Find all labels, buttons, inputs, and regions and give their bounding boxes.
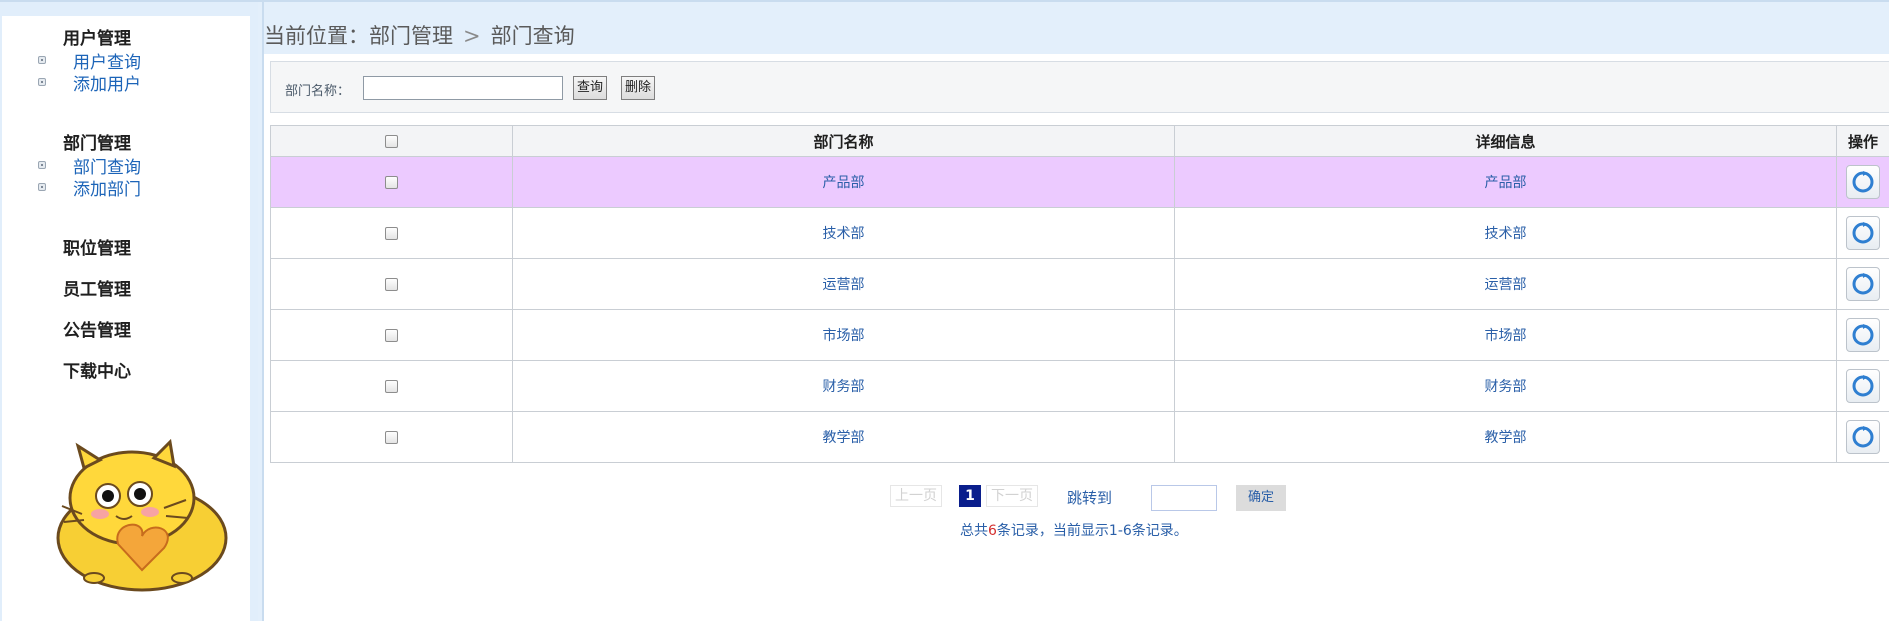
dept-name-cell: 技术部 [512,207,1175,259]
sidebar-menu-panel: 用户管理 用户查询 添加用户 部门管理 部门查询 添加部门 职位管理 员工管理 … [2,16,250,621]
next-page-button[interactable]: 下一页 [986,485,1038,507]
sidebar-group-notice-management[interactable]: 公告管理 [63,316,131,341]
bullet-icon [38,161,46,169]
current-page-indicator[interactable]: 1 [959,485,981,507]
confirm-jump-button[interactable]: 确定 [1236,485,1286,511]
column-header-detail: 详细信息 [1174,125,1837,157]
dept-detail-cell: 产品部 [1174,156,1837,208]
sidebar-item-label[interactable]: 添加部门 [73,175,141,200]
delete-button[interactable]: 删除 [621,76,656,100]
table-row[interactable]: 财务部 财务部 [270,360,1889,412]
sidebar-item-dept-query[interactable]: 部门查询 [38,154,141,178]
dept-detail-cell: 技术部 [1174,207,1837,259]
jump-to-label: 跳转到 [1067,489,1113,507]
edit-refresh-icon[interactable] [1846,420,1880,454]
table-row[interactable]: 市场部 市场部 [270,309,1889,361]
dept-name-cell: 产品部 [512,156,1175,208]
edit-refresh-icon[interactable] [1846,267,1880,301]
sidebar-group-dept-management[interactable]: 部门管理 [63,129,131,154]
dept-name-input[interactable] [363,76,563,100]
edit-refresh-icon[interactable] [1846,165,1880,199]
dept-detail-cell: 市场部 [1174,309,1837,361]
sidebar-group-download-center[interactable]: 下载中心 [63,357,131,382]
summary-total-count: 6 [988,523,997,539]
table-row[interactable]: 运营部 运营部 [270,258,1889,310]
dept-detail-cell: 财务部 [1174,360,1837,412]
breadcrumb: 当前位置：部门管理 > 部门查询 [264,20,575,50]
select-all-checkbox[interactable] [385,135,398,148]
dept-name-cell: 教学部 [512,411,1175,463]
bullet-icon [38,78,46,86]
edit-refresh-icon[interactable] [1846,318,1880,352]
main-content: 当前位置：部门管理 > 部门查询 部门名称： 查询 删除 部门名称 详细信息 操作 [264,2,1889,621]
sidebar-group-user-management[interactable]: 用户管理 [63,24,131,49]
query-button[interactable]: 查询 [573,76,608,100]
sidebar-item-user-query[interactable]: 用户查询 [38,49,141,73]
search-panel: 部门名称： 查询 删除 [270,61,1889,113]
pagination: 上一页 1 下一页 跳转到 确定 [264,485,1889,511]
breadcrumb-bar: 当前位置：部门管理 > 部门查询 [264,2,1889,54]
row-checkbox[interactable] [385,175,398,189]
jump-page-input[interactable] [1151,485,1217,511]
dept-detail-cell: 教学部 [1174,411,1837,463]
select-all-cell [270,125,513,157]
row-checkbox[interactable] [385,379,398,393]
summary-suffix: 条记录，当前显示1-6条记录。 [996,523,1188,539]
row-checkbox[interactable] [385,430,398,444]
cat-mascot-icon [56,438,228,592]
bullet-icon [38,183,46,191]
row-checkbox[interactable] [385,277,398,291]
dept-name-cell: 财务部 [512,360,1175,412]
breadcrumb-item-dept-management[interactable]: 部门管理 [369,24,453,48]
sidebar-group-employee-management[interactable]: 员工管理 [63,275,131,300]
dept-detail-cell: 运营部 [1174,258,1837,310]
sidebar-item-label[interactable]: 添加用户 [73,70,141,95]
row-checkbox[interactable] [385,226,398,240]
department-table: 部门名称 详细信息 操作 产品部 产品部 技术部 技术部 运营部 运营部 市场部… [270,125,1889,463]
table-row[interactable]: 产品部 产品部 [270,156,1889,208]
table-header-row: 部门名称 详细信息 操作 [270,125,1889,157]
dept-name-label: 部门名称： [285,84,351,99]
dept-name-cell: 运营部 [512,258,1175,310]
breadcrumb-prefix: 当前位置： [264,24,369,48]
sidebar-item-add-user[interactable]: 添加用户 [38,70,141,95]
summary-prefix: 总共 [960,523,988,539]
record-summary: 总共6条记录，当前显示1-6条记录。 [960,520,1188,540]
table-row[interactable]: 技术部 技术部 [270,207,1889,259]
dept-name-cell: 市场部 [512,309,1175,361]
sidebar: 用户管理 用户查询 添加用户 部门管理 部门查询 添加部门 职位管理 员工管理 … [0,2,264,621]
bullet-icon [38,56,46,64]
column-header-operation: 操作 [1836,125,1889,157]
edit-refresh-icon[interactable] [1846,216,1880,250]
breadcrumb-separator: > [463,24,481,48]
column-header-dept-name: 部门名称 [512,125,1175,157]
sidebar-group-position-management[interactable]: 职位管理 [63,234,131,259]
table-row[interactable]: 教学部 教学部 [270,411,1889,463]
breadcrumb-item-dept-query: 部门查询 [490,24,575,48]
prev-page-button[interactable]: 上一页 [890,485,942,507]
sidebar-item-add-dept[interactable]: 添加部门 [38,175,141,200]
edit-refresh-icon[interactable] [1846,369,1880,403]
row-checkbox[interactable] [385,328,398,342]
